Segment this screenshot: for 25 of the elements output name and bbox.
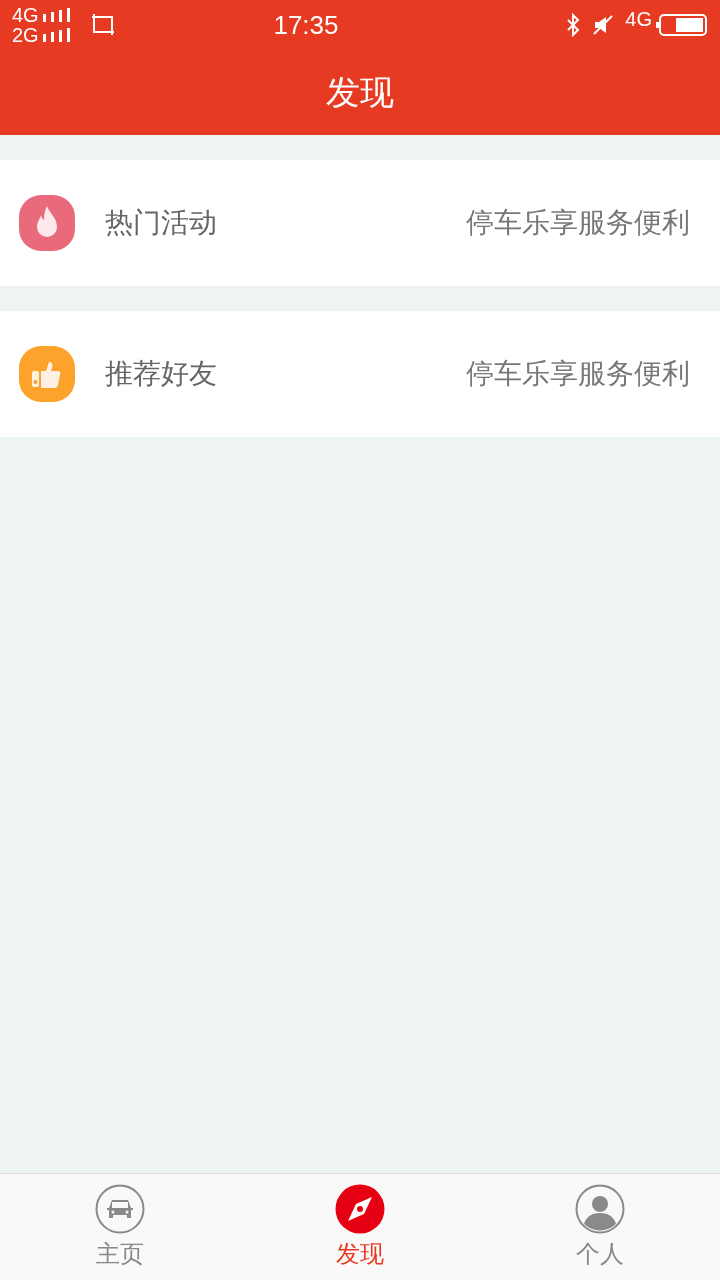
- network-label: 2G: [12, 25, 39, 45]
- battery-icon: [656, 14, 708, 36]
- car-icon: [95, 1184, 145, 1234]
- bluetooth-icon: [565, 13, 582, 37]
- network-label: 4G: [625, 9, 652, 29]
- clock: 17:35: [272, 8, 340, 42]
- tab[interactable]: 主页: [0, 1174, 240, 1280]
- mute-icon: [593, 15, 614, 35]
- compass-icon: [335, 1184, 385, 1234]
- signal-icon: [42, 8, 71, 22]
- thumbs-up-icon: [18, 345, 76, 403]
- tab[interactable]: 发现: [240, 1174, 480, 1280]
- page-title: 发现: [326, 72, 394, 113]
- person-icon: [575, 1184, 625, 1234]
- item-detail: 停车乐享服务便利: [466, 357, 690, 391]
- list-item[interactable]: 热门活动 停车乐享服务便利: [0, 160, 720, 286]
- network-label: 4G: [12, 5, 39, 25]
- item-label: 推荐好友: [105, 357, 217, 391]
- screenshot-icon: [90, 13, 117, 37]
- tab[interactable]: 个人: [480, 1174, 720, 1280]
- item-label: 热门活动: [105, 206, 217, 240]
- list-item[interactable]: 推荐好友 停车乐享服务便利: [0, 311, 720, 437]
- item-detail: 停车乐享服务便利: [466, 206, 690, 240]
- flame-icon: [18, 194, 76, 252]
- signal-icon: [42, 28, 71, 42]
